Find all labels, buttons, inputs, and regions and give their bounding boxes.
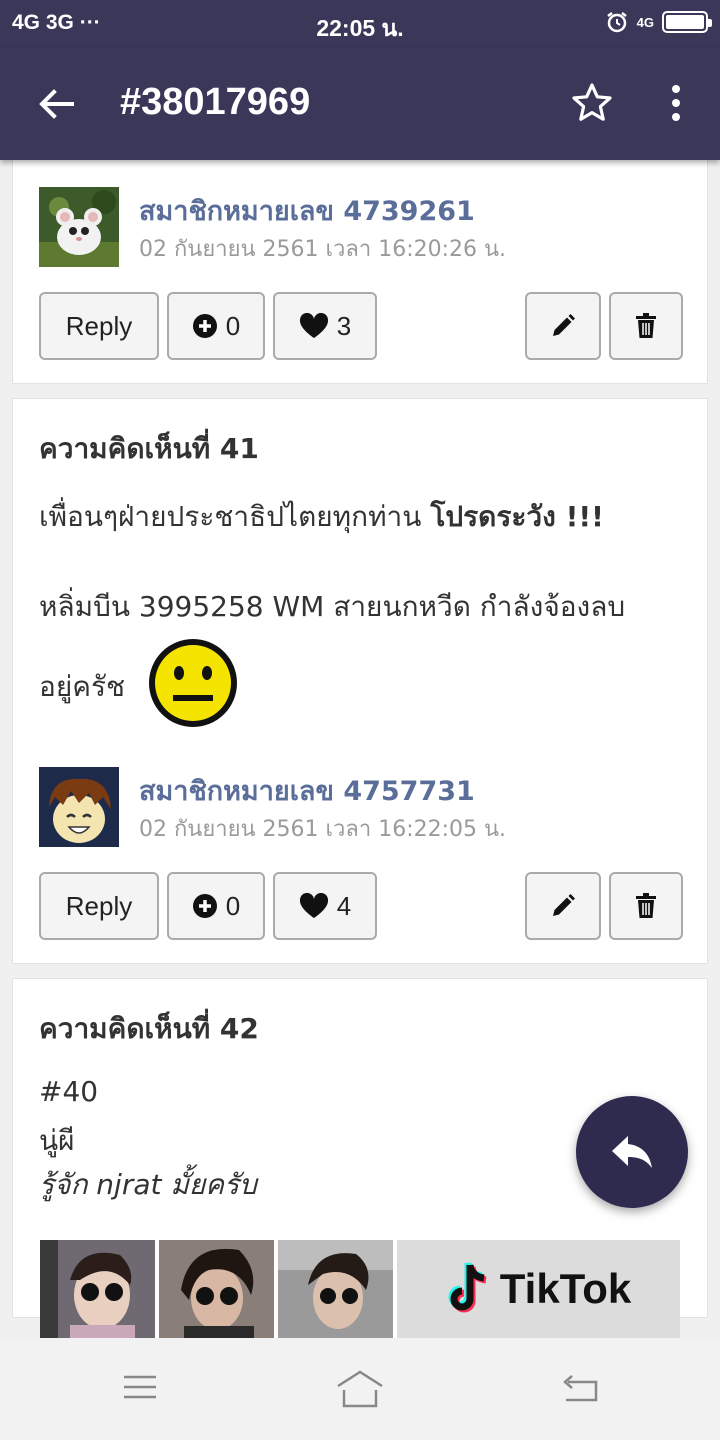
comment-text-bold: โปรดระวัง !!!: [430, 500, 604, 533]
edit-button[interactable]: [525, 872, 601, 940]
ad-photo: [40, 1240, 155, 1338]
app-bar: #38017969: [0, 48, 720, 160]
comment-date: 02 กันยายน 2561 เวลา 16:20:26 น.: [139, 237, 507, 262]
like-button[interactable]: 4: [273, 872, 377, 940]
comment-date: 02 กันยายน 2561 เวลา 16:22:05 น.: [139, 817, 507, 842]
mobile-data-label: 4G: [636, 14, 654, 30]
pencil-icon: [553, 314, 575, 336]
battery-icon: [662, 11, 712, 33]
edit-button[interactable]: [525, 292, 601, 360]
back-arrow-icon[interactable]: [36, 84, 76, 124]
avatar[interactable]: [39, 187, 119, 267]
tiktok-logo: TikTok: [397, 1240, 680, 1338]
neutral-face-emoji: [149, 639, 237, 727]
reply-label: Reply: [65, 310, 133, 341]
like-count: 4: [336, 890, 352, 921]
heart-icon: [299, 893, 328, 918]
ad-photo: [159, 1240, 274, 1338]
comment-line: รู้จัก njrat มั้ยครับ: [39, 1168, 257, 1201]
reply-fab[interactable]: [576, 1096, 688, 1208]
page-title: #38017969: [120, 81, 311, 123]
tiktok-icon: [448, 1262, 487, 1313]
plus-button[interactable]: 0: [167, 872, 265, 940]
trash-icon: [636, 893, 656, 918]
menu-icon[interactable]: [122, 1372, 158, 1402]
heart-icon: [299, 313, 328, 338]
comment-line: นู่ผี: [39, 1124, 75, 1157]
author-name[interactable]: สมาชิกหมายเลข 4757731: [139, 769, 475, 812]
back-nav-icon[interactable]: [560, 1372, 600, 1404]
home-icon[interactable]: [334, 1368, 386, 1408]
ad-photo: [278, 1240, 393, 1338]
system-nav-bar: [0, 1338, 720, 1440]
ad-banner[interactable]: TikTok: [40, 1240, 680, 1338]
reply-icon: [612, 1136, 652, 1168]
more-vert-icon[interactable]: [662, 81, 690, 125]
comment-card: สมาชิกหมายเลข 4739261 02 กันยายน 2561 เว…: [12, 150, 708, 384]
ad-brand-text: TikTok: [499, 1265, 632, 1312]
plus-count: 0: [225, 890, 241, 921]
alarm-icon: [606, 12, 627, 33]
comment-text: เพื่อนๆฝ่ายประชาธิปไตยทุกท่าน: [39, 500, 422, 533]
plus-button[interactable]: 0: [167, 292, 265, 360]
comment-line: เพื่อนๆฝ่ายประชาธิปไตยทุกท่าน โปรดระวัง …: [39, 495, 604, 539]
plus-circle-icon: [192, 894, 217, 918]
reply-label: Reply: [65, 890, 133, 921]
plus-circle-icon: [192, 314, 217, 338]
comment-heading: ความคิดเห็นที่ 42: [39, 1012, 259, 1045]
pencil-icon: [553, 894, 575, 916]
reply-button[interactable]: Reply: [39, 872, 159, 940]
plus-count: 0: [225, 310, 241, 341]
avatar[interactable]: [39, 767, 119, 847]
status-bar: 4G 3G ··· 22:05 น. 4G: [0, 0, 720, 48]
status-icons: 4G: [605, 10, 712, 34]
comment-card: ความคิดเห็นที่ 41 เพื่อนๆฝ่ายประชาธิปไตย…: [12, 398, 708, 964]
delete-button[interactable]: [609, 872, 683, 940]
comment-line: หลิ่มบีน 3995258 WM สายนกหวีด กำลังจ้องล…: [39, 590, 626, 623]
star-icon[interactable]: [570, 81, 614, 125]
reply-button[interactable]: Reply: [39, 292, 159, 360]
like-button[interactable]: 3: [273, 292, 377, 360]
comment-line: #40: [39, 1075, 99, 1108]
trash-icon: [636, 313, 656, 338]
comment-line: อยู่ครัช: [39, 670, 125, 703]
delete-button[interactable]: [609, 292, 683, 360]
like-count: 3: [336, 310, 352, 341]
comment-heading: ความคิดเห็นที่ 41: [39, 432, 259, 465]
author-name[interactable]: สมาชิกหมายเลข 4739261: [139, 189, 475, 232]
